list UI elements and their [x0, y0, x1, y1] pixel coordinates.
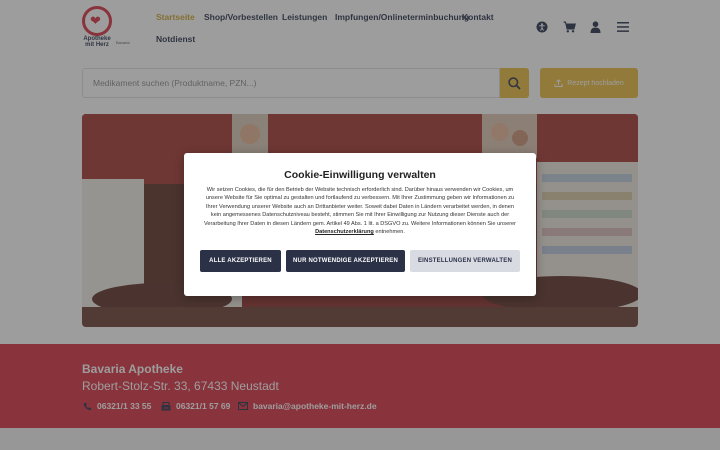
manage-settings-button[interactable]: EINSTELLUNGEN VERWALTEN	[410, 250, 520, 272]
cookie-title: Cookie-Einwilligung verwalten	[284, 169, 436, 181]
accept-necessary-button[interactable]: NUR NOTWENDIGE AKZEPTIEREN	[286, 250, 405, 272]
privacy-policy-link[interactable]: Datenschutzerklärung	[315, 229, 374, 235]
accept-all-button[interactable]: ALLE AKZEPTIEREN	[200, 250, 281, 272]
cookie-body: Wir setzen Cookies, die für den Betrieb …	[203, 187, 517, 227]
cookie-consent-dialog: Cookie-Einwilligung verwalten Wir setzen…	[184, 153, 536, 296]
cookie-text: Wir setzen Cookies, die für den Betrieb …	[202, 186, 518, 236]
cookie-suffix: entnehmen.	[373, 229, 405, 236]
